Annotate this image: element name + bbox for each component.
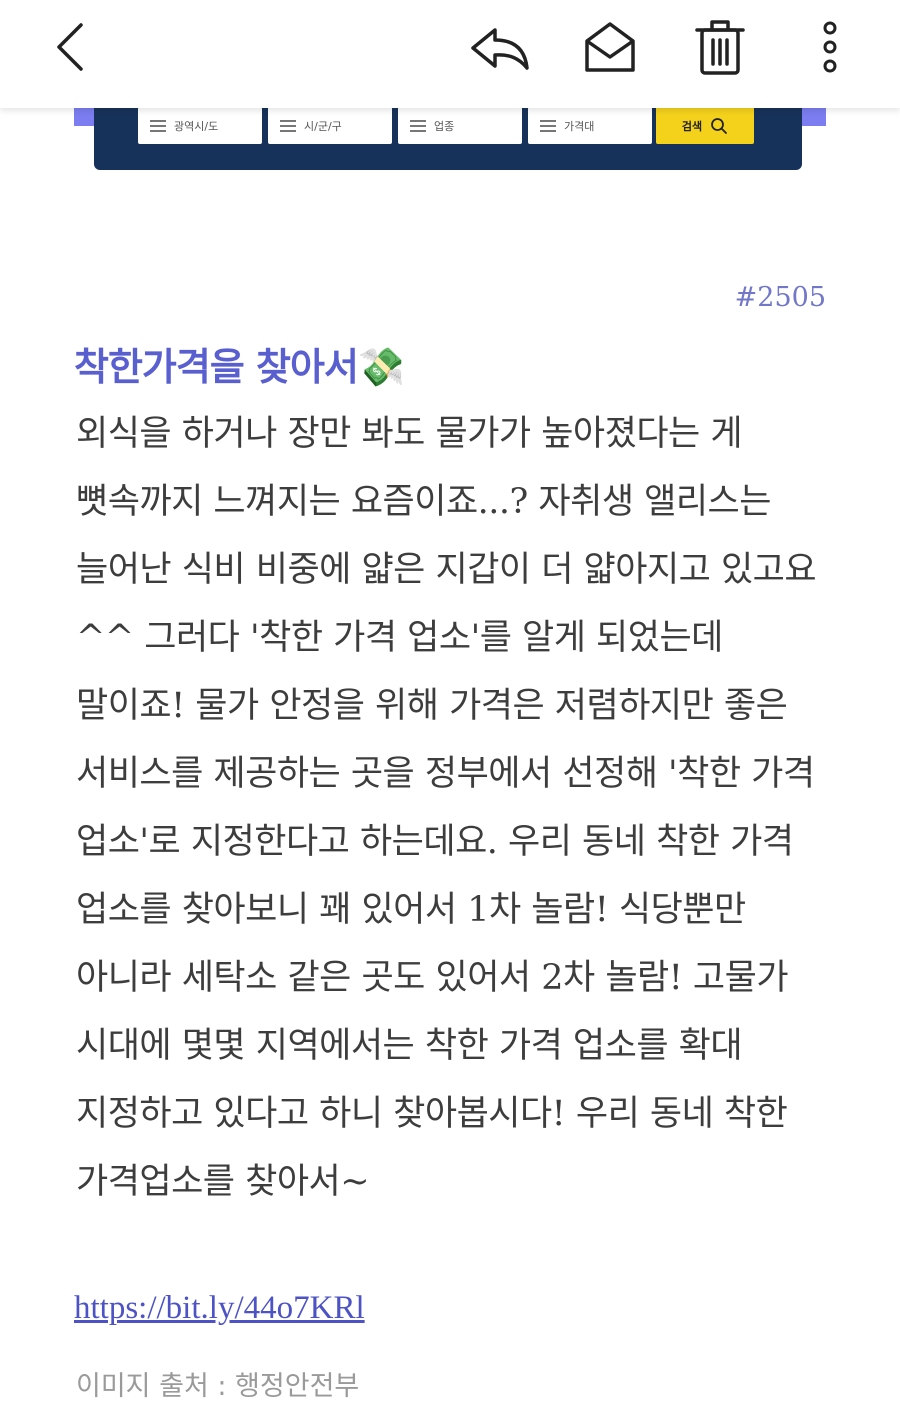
- reply-button[interactable]: [466, 20, 534, 76]
- banner-search-button[interactable]: 검색: [656, 107, 754, 144]
- menu-icon: [150, 117, 166, 135]
- search-label: 검색: [681, 119, 703, 133]
- post-number: #2505: [734, 282, 826, 313]
- filter-region[interactable]: 광역시/도: [138, 107, 262, 144]
- more-options-button[interactable]: [806, 16, 854, 78]
- filter-district[interactable]: 시/군/구: [268, 107, 392, 144]
- filter-label: 시/군/구: [304, 119, 342, 133]
- menu-icon: [280, 117, 296, 135]
- back-button[interactable]: [46, 18, 94, 76]
- more-vertical-icon: [823, 21, 837, 73]
- image-source-caption: 이미지 출처 : 행정안전부: [76, 1371, 360, 1402]
- post-title: 착한가격을 찾아서💸: [74, 345, 405, 389]
- envelope-open-icon: [585, 22, 635, 72]
- mark-unread-button[interactable]: [578, 18, 642, 76]
- filter-label: 가격대: [564, 119, 595, 133]
- filter-label: 광역시/도: [174, 119, 219, 133]
- filter-label: 업종: [434, 119, 455, 133]
- reply-icon: [471, 28, 529, 70]
- menu-icon: [410, 117, 426, 135]
- chevron-left-icon: [57, 23, 83, 71]
- search-icon: [711, 117, 728, 134]
- filter-business-type[interactable]: 업종: [398, 107, 522, 144]
- menu-icon: [540, 117, 556, 135]
- post-link[interactable]: https://bit.ly/44o7KRl: [74, 1290, 365, 1327]
- trash-icon: [695, 20, 745, 75]
- post-body: 외식을 하거나 장만 봐도 물가가 높아졌다는 게 뼛속까지 느껴지는 요즘이죠…: [76, 414, 817, 1202]
- filter-price-range[interactable]: 가격대: [528, 107, 652, 144]
- delete-button[interactable]: [690, 16, 750, 78]
- top-app-bar: [0, 0, 900, 108]
